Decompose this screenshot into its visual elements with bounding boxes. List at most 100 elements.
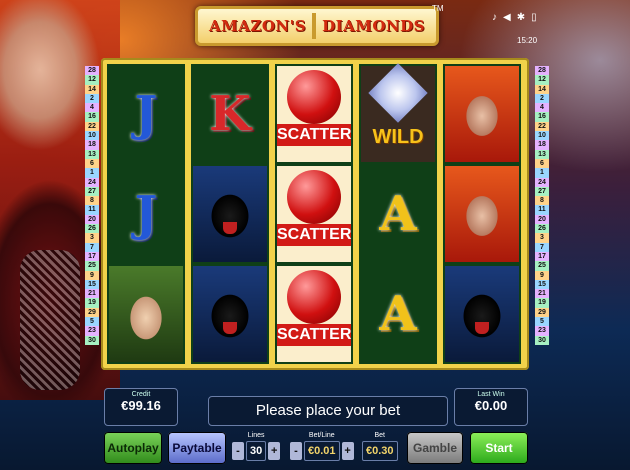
payline-number: 2	[535, 93, 549, 104]
reel-symbol: SCATTER	[275, 64, 353, 164]
lines-label: Lines	[247, 432, 265, 439]
payline-number: 16	[535, 112, 549, 122]
last-win-value: €0.00	[474, 398, 508, 413]
payline-number: 26	[535, 224, 549, 234]
payline-number: 3	[535, 233, 549, 243]
reel-3: SCATTER SCATTER SCATTER	[275, 64, 353, 364]
autoplay-button[interactable]: Autoplay	[104, 432, 162, 464]
bet-line-control: Bet/Line - €0.01 +	[290, 432, 354, 462]
letter-symbol: K	[209, 86, 251, 142]
reel-1: JJ	[107, 64, 185, 364]
payline-number: 12	[535, 75, 549, 85]
reel-symbol	[443, 164, 521, 264]
last-win-label: Last Win	[477, 391, 505, 398]
payline-number: 9	[85, 270, 99, 280]
lines-value: 30	[246, 441, 267, 461]
title-left: AMAZON'S	[209, 17, 307, 35]
payline-number: 24	[535, 177, 549, 187]
payline-indicators-right: 28 12 14 2 4 16 22 10 18 13 6 1 24 27 8 11 20 26 3 7 17 25 9 15…	[535, 66, 549, 345]
payline-number: 18	[535, 140, 549, 150]
payline-number: 18	[85, 140, 99, 150]
lines-plus-button[interactable]: +	[268, 442, 281, 460]
letter-symbol: J	[134, 186, 158, 242]
reel-symbol	[443, 264, 521, 364]
payline-number: 16	[85, 112, 99, 122]
payline-number: 9	[535, 270, 549, 280]
payline-number: 29	[535, 307, 549, 318]
payline-number: 27	[535, 186, 549, 197]
lines-control: Lines - 30 +	[232, 432, 281, 462]
bet-control: Bet €0.30	[362, 432, 398, 462]
payline-number: 14	[535, 84, 549, 94]
payline-number: 8	[85, 196, 99, 206]
payline-number: 22	[535, 121, 549, 132]
payline-number: 30	[535, 335, 549, 345]
payline-number: 25	[85, 261, 99, 271]
payline-number: 27	[85, 186, 99, 197]
payline-number: 1	[535, 168, 549, 178]
credit-box: Credit €99.16	[104, 388, 178, 426]
reel-symbol: SCATTER	[275, 264, 353, 364]
payline-number: 8	[535, 196, 549, 206]
panther-symbol	[445, 266, 519, 362]
lines-minus-button[interactable]: -	[232, 442, 244, 460]
sound-icon[interactable]: ◀	[503, 12, 511, 23]
bet-line-minus-button[interactable]: -	[290, 442, 302, 460]
wild-symbol: WILD	[361, 63, 435, 162]
credit-value: €99.16	[121, 398, 161, 413]
red-haired-woman-symbol	[445, 66, 519, 162]
fullscreen-icon[interactable]: ▯	[531, 12, 537, 23]
scatter-symbol: SCATTER	[277, 66, 351, 162]
music-icon[interactable]: ♪	[492, 12, 497, 23]
reel-symbol: J	[107, 64, 185, 164]
paytable-button[interactable]: Paytable	[168, 432, 226, 464]
bet-line-plus-button[interactable]: +	[341, 442, 354, 460]
payline-number: 11	[535, 205, 549, 215]
payline-indicators-left: 28 12 14 2 4 16 22 10 18 13 6 1 24 27 8 11 20 26 3 7 17 25 9 15…	[85, 66, 99, 345]
payline-number: 1	[85, 168, 99, 178]
scatter-symbol: SCATTER	[277, 166, 351, 262]
payline-number: 4	[85, 103, 99, 113]
payline-number: 26	[85, 224, 99, 234]
start-button[interactable]: Start	[470, 432, 528, 464]
payline-number: 23	[85, 326, 99, 336]
wild-label: WILD	[372, 126, 424, 148]
game-title-banner: AMAZON'S DIAMONDS	[195, 6, 439, 46]
reel-symbol: SCATTER	[275, 164, 353, 264]
red-haired-woman-symbol	[445, 166, 519, 262]
payline-number: 10	[535, 131, 549, 141]
payline-number: 17	[535, 251, 549, 262]
reel-symbol: A	[359, 164, 437, 264]
payline-number: 13	[535, 149, 549, 159]
scatter-label: SCATTER	[277, 224, 351, 246]
clock: 15:20	[517, 36, 538, 45]
reel-symbol: WILD	[359, 63, 437, 164]
payline-number: 6	[85, 158, 99, 169]
payline-number: 19	[85, 298, 99, 308]
settings-icon[interactable]: ✱	[517, 12, 525, 23]
payline-number: 12	[85, 75, 99, 85]
payline-number: 2	[85, 93, 99, 104]
reel-symbol: J	[107, 164, 185, 264]
reel-symbol	[191, 164, 269, 264]
payline-number: 14	[85, 84, 99, 94]
gamble-button[interactable]: Gamble	[407, 432, 463, 464]
payline-number: 15	[535, 279, 549, 290]
bet-line-value: €0.01	[304, 441, 340, 461]
payline-number: 5	[535, 317, 549, 327]
payline-number: 3	[85, 233, 99, 243]
payline-number: 21	[85, 289, 99, 299]
reel-symbol: A	[359, 264, 437, 364]
title-separator	[312, 13, 317, 39]
letter-symbol: A	[379, 186, 417, 242]
payline-number: 29	[85, 307, 99, 318]
trademark-mark: TM	[432, 4, 444, 13]
payline-number: 4	[535, 103, 549, 113]
bet-value: €0.30	[362, 441, 398, 461]
scatter-label: SCATTER	[277, 124, 351, 146]
payline-number: 20	[85, 214, 99, 225]
payline-number: 7	[535, 242, 549, 252]
panther-symbol	[193, 266, 267, 362]
red-ball-icon	[287, 170, 341, 224]
red-ball-icon	[287, 70, 341, 124]
